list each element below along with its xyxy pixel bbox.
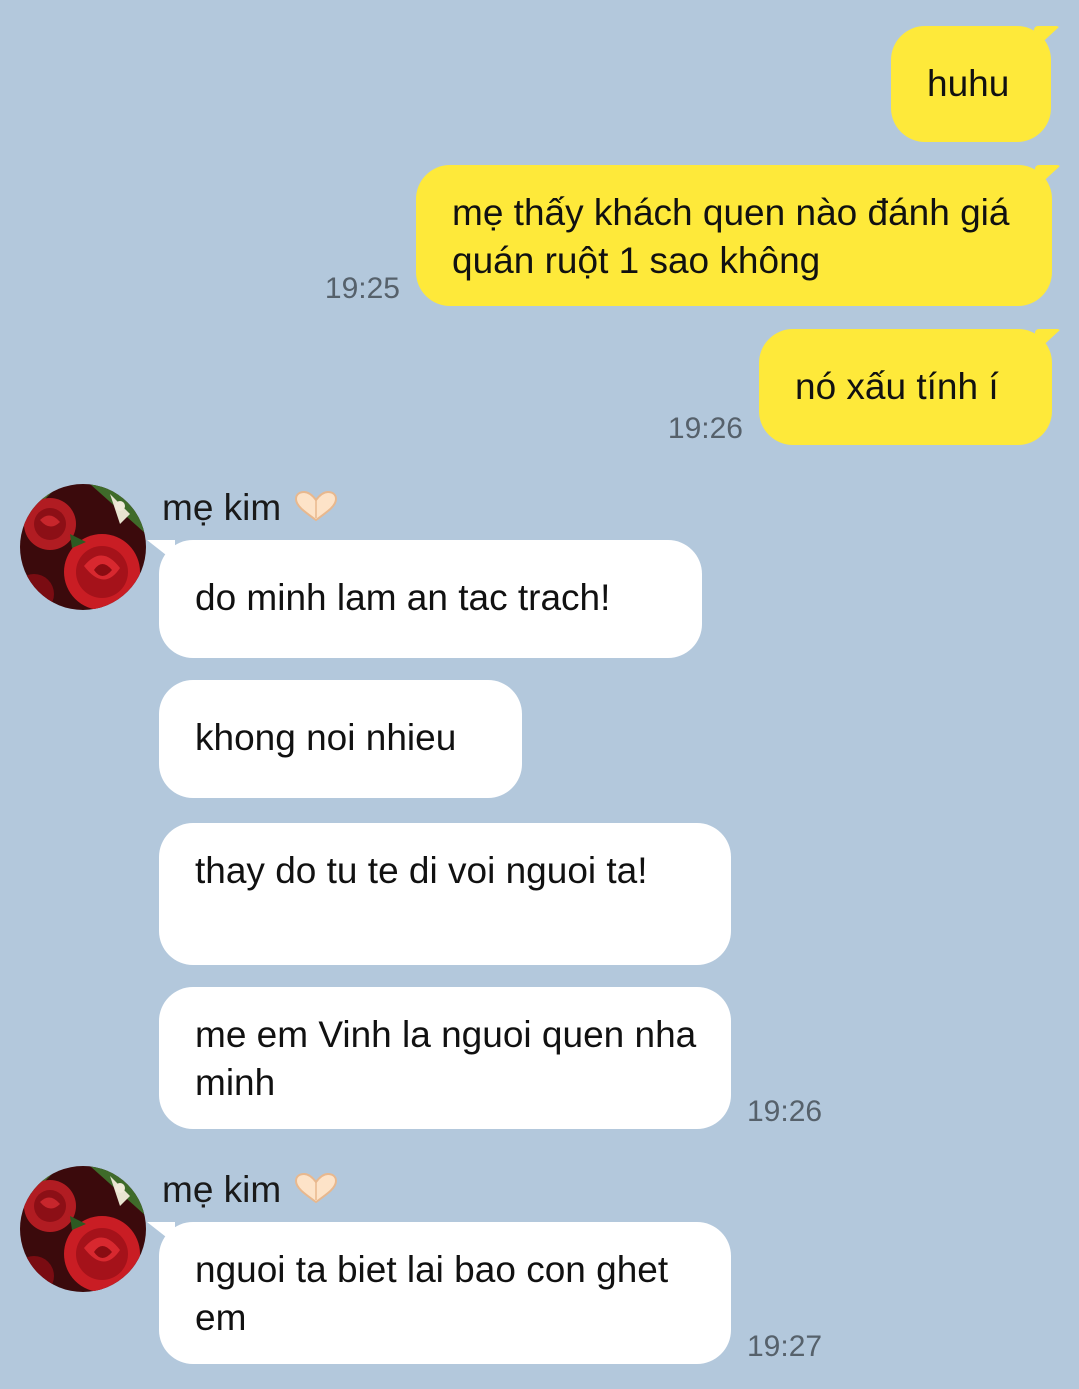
message-text: thay do tu te di voi nguoi ta! [195,850,648,891]
sender-name-text: mẹ kim [162,487,282,528]
message-text: do minh lam an tac trach! [195,577,611,618]
sent-message-bubble[interactable]: mẹ thấy khách quen nào đánh giá quán ruộ… [416,165,1061,306]
received-message-bubble[interactable]: khong noi nhieu [159,680,522,798]
heart-hands-icon [293,1172,339,1216]
message-timestamp: 19:26 [747,1095,823,1128]
received-message-bubble[interactable]: do minh lam an tac trach! [147,540,702,658]
received-message-bubble[interactable]: thay do tu te di voi nguoi ta! [159,823,731,965]
sent-message-bubble[interactable]: nó xấu tính í [759,329,1061,445]
sender-avatar[interactable] [20,484,146,610]
received-message-bubble[interactable]: me em Vinh la nguoi quen nha minh [159,987,731,1129]
message-text: me em Vinh la nguoi quen nha minh [195,1014,697,1103]
roses-avatar-icon [20,1166,146,1292]
sender-name: mẹ kim [162,1168,339,1216]
message-text: nó xấu tính í [795,366,999,407]
message-text: huhu [927,63,1010,104]
sent-message-bubble[interactable]: huhu [891,26,1060,142]
sender-avatar[interactable] [20,1166,146,1292]
sender-name-text: mẹ kim [162,1169,282,1210]
received-message-bubble[interactable]: nguoi ta biet lai bao con ghet em [147,1222,731,1364]
sender-name: mẹ kim [162,486,339,534]
heart-hands-icon [293,490,339,534]
message-text: mẹ thấy khách quen nào đánh giá quán ruộ… [452,192,1010,281]
message-text: nguoi ta biet lai bao con ghet em [195,1249,669,1338]
message-timestamp: 19:26 [667,412,743,445]
message-text: khong noi nhieu [195,717,457,758]
message-timestamp: 19:27 [747,1330,823,1363]
roses-avatar-icon [20,484,146,610]
message-timestamp: 19:25 [324,272,400,305]
